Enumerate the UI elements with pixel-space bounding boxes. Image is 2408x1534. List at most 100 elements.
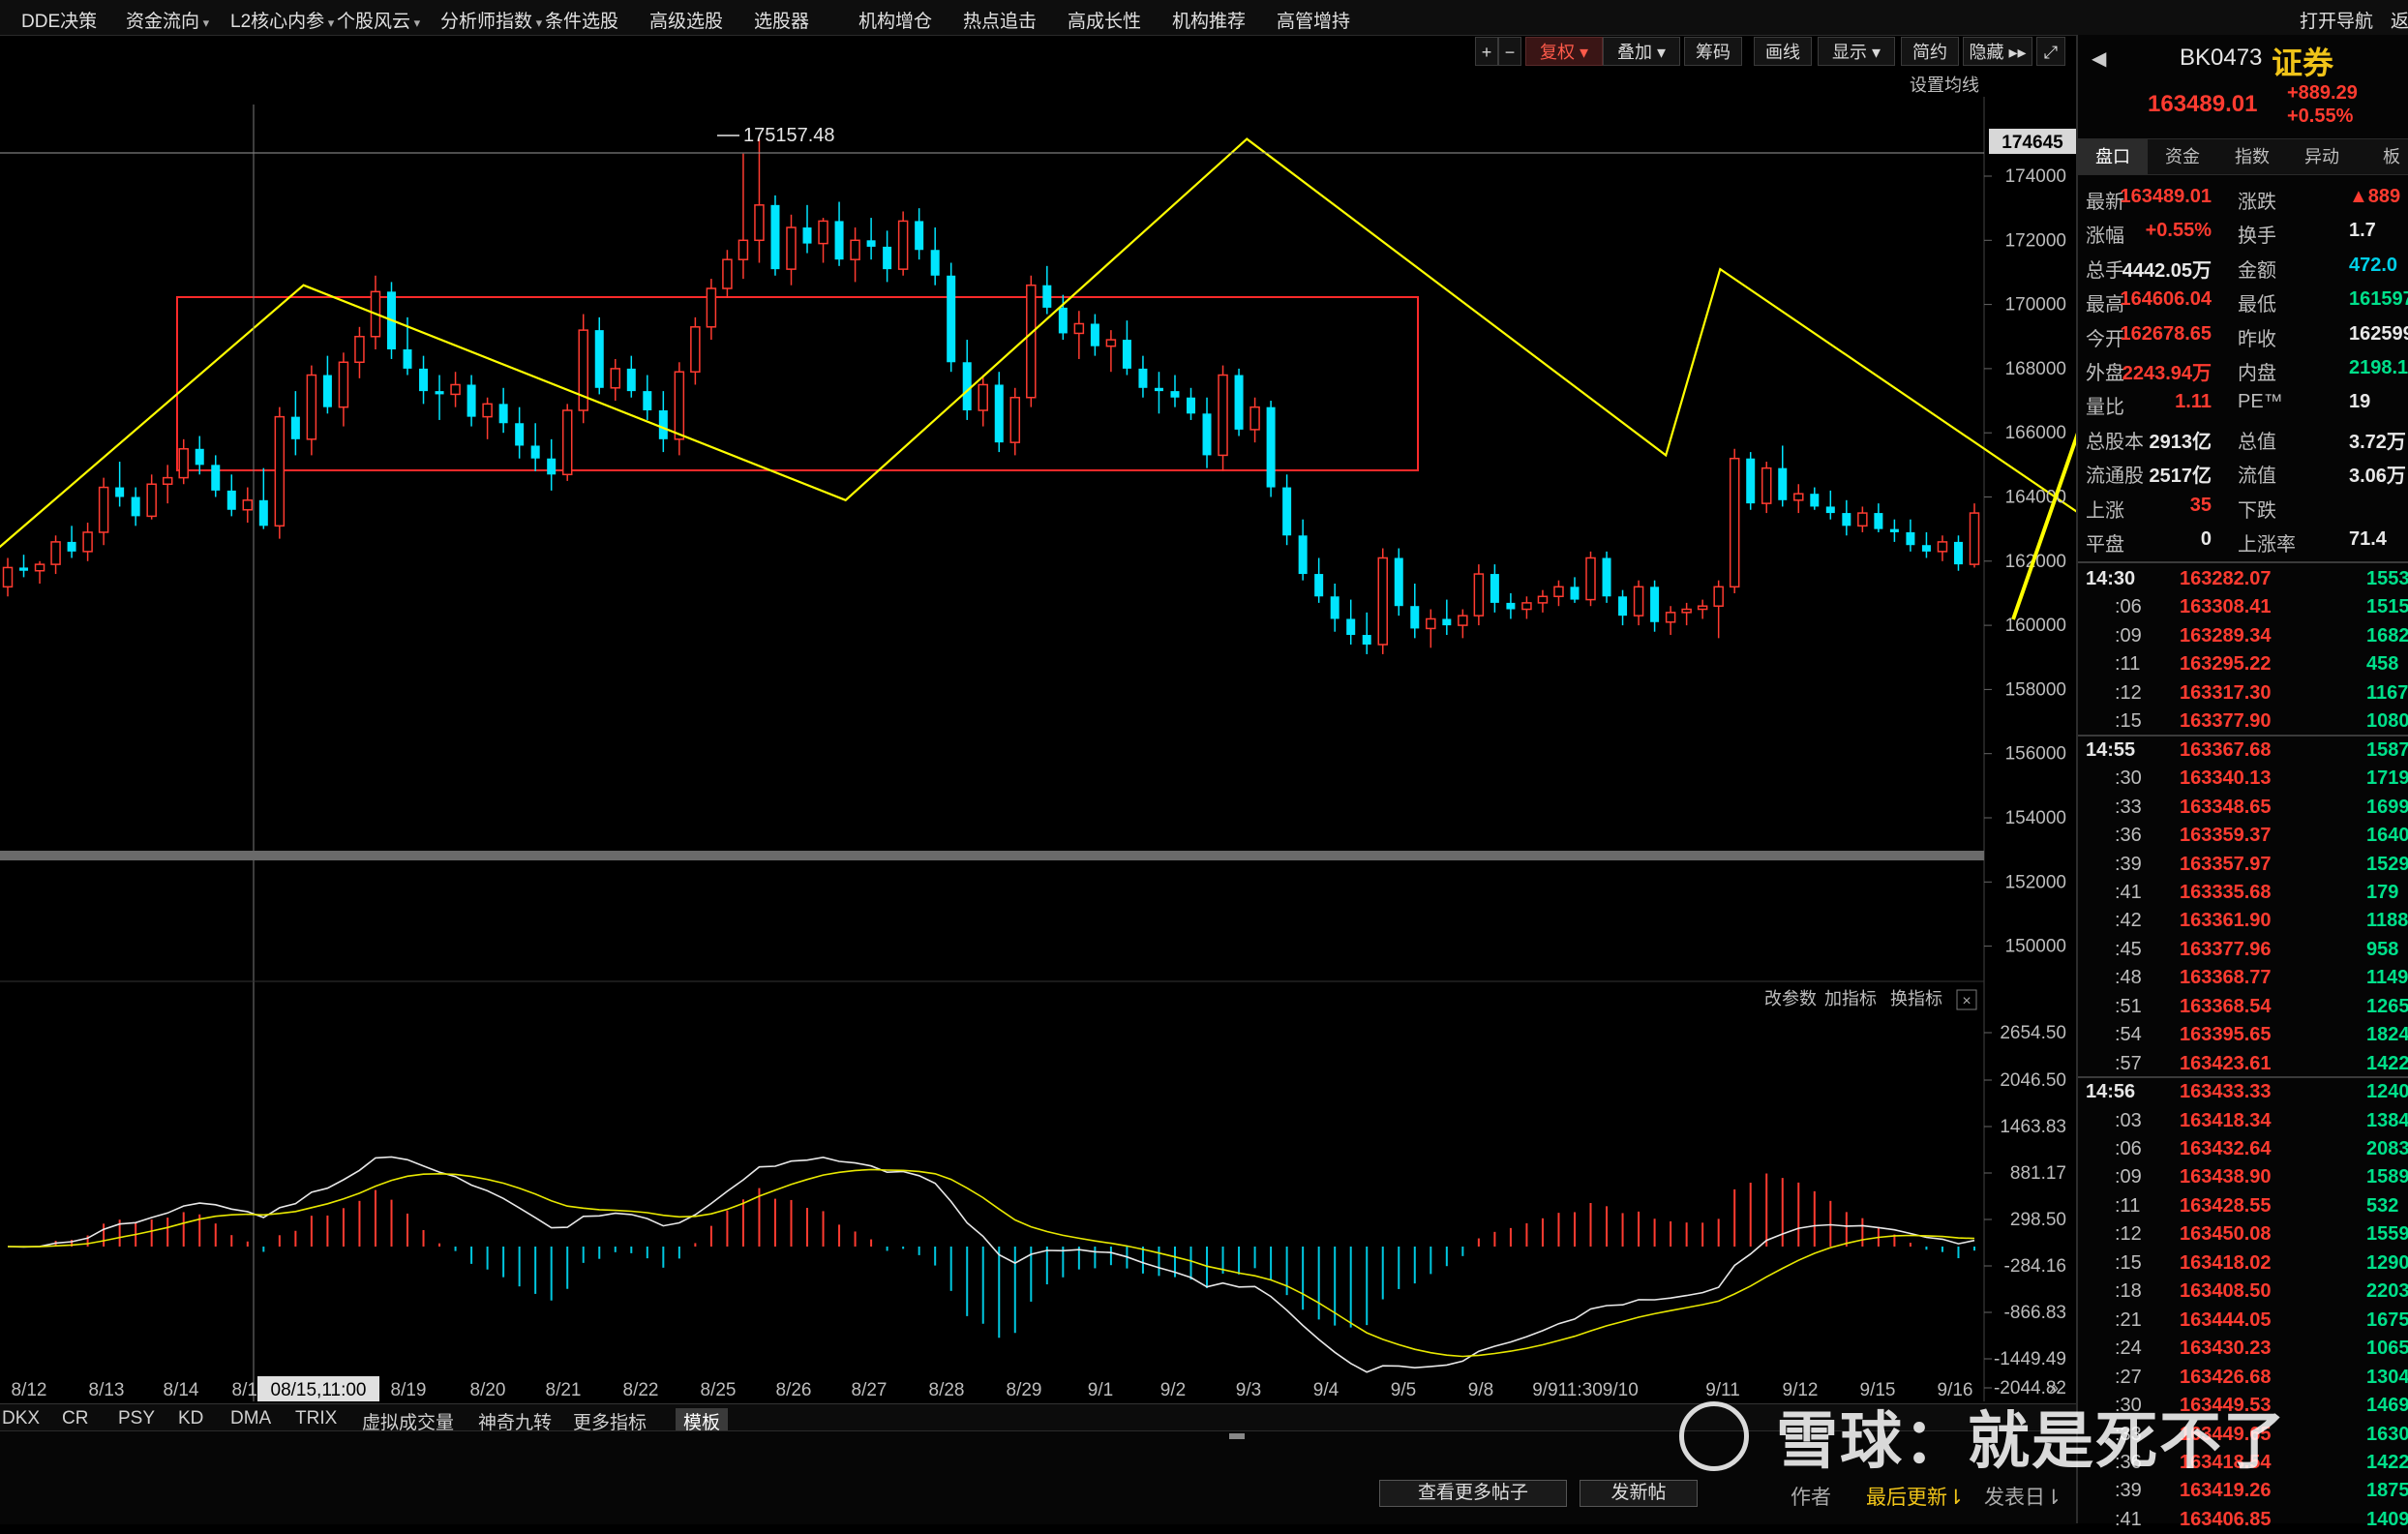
menu-item-4[interactable]: 分析师指数 — [440, 7, 542, 33]
indicator-tab-1[interactable]: CR — [62, 1408, 88, 1429]
tick-volume: 1675 — [2366, 1308, 2408, 1331]
sector-name: 证券 — [2272, 45, 2334, 80]
indicator-tab-3[interactable]: KD — [178, 1408, 203, 1429]
tick-time: :18 — [2115, 1280, 2142, 1303]
tick-row: :03 163418.34 1384 — [2078, 1107, 2408, 1135]
tab-board[interactable]: 板 — [2357, 139, 2408, 174]
chips-button[interactable]: 筹码 — [1684, 37, 1742, 66]
collapse-panel-icon[interactable]: ◀ — [2092, 46, 2106, 71]
tab-pankou[interactable]: 盘口 — [2078, 139, 2148, 174]
quote-value: 1.7 — [2349, 220, 2376, 242]
candle — [994, 384, 1004, 443]
kline-chart-svg[interactable]: 1740001720001700001680001660001640001620… — [0, 68, 2408, 1403]
candle — [1490, 574, 1499, 603]
menu-item-2[interactable]: L2核心内参 — [230, 7, 334, 33]
tick-time: :57 — [2115, 1052, 2142, 1074]
menu-item-12[interactable]: 高管增持 — [1277, 7, 1350, 33]
tick-row: :24 163430.23 1065 — [2078, 1335, 2408, 1363]
tick-volume: 958 — [2366, 938, 2399, 960]
quote-label: 最新 — [2086, 192, 2124, 213]
zoom-out-button[interactable]: − — [1498, 37, 1521, 66]
last-update-column[interactable]: 最后更新⇂ — [1866, 1482, 1965, 1511]
zoom-in-button[interactable]: + — [1475, 37, 1498, 66]
tick-row: :06 163432.64 2083 — [2078, 1135, 2408, 1163]
ma-setting-link[interactable]: 设置均线 — [1910, 75, 1979, 95]
menu-item-6[interactable]: 高级选股 — [649, 7, 723, 33]
tab-movement[interactable]: 异动 — [2287, 139, 2357, 174]
tick-row: 14:56 163433.33 1240 — [2078, 1078, 2408, 1106]
menu-item-1[interactable]: 资金流向 — [126, 7, 209, 33]
back-link[interactable]: 返 — [2391, 7, 2408, 33]
indicator-tab-5[interactable]: TRIX — [295, 1408, 337, 1429]
menu-item-8[interactable]: 机构增仓 — [858, 7, 932, 33]
simple-button[interactable]: 简约 — [1901, 37, 1959, 66]
more-posts-button[interactable]: 查看更多帖子 — [1379, 1480, 1567, 1507]
date-tick: 8/20 — [470, 1380, 506, 1400]
quote-row: 最新 163489.01 涨跌 ▲889 — [2078, 180, 2408, 215]
menu-item-0[interactable]: DDE决策 — [21, 7, 97, 33]
quote-row: 平盘 0 上涨率 71.4 — [2078, 523, 2408, 557]
tick-time: :27 — [2115, 1366, 2142, 1388]
candle — [50, 541, 61, 565]
indicator-tab-0[interactable]: DKX — [2, 1408, 40, 1429]
add-indicator-button[interactable]: 加指标 — [1824, 989, 1877, 1008]
overlay-dropdown[interactable]: 叠加 ▾ — [1603, 37, 1680, 66]
fuquan-dropdown[interactable]: 复权 ▾ — [1525, 37, 1603, 66]
tick-time: :06 — [2115, 1138, 2142, 1159]
chart-area[interactable]: 174000 172000 170000 168000 166000 164000 1620… — [0, 68, 2408, 1403]
price-tick: 174000 — [2005, 166, 2066, 187]
splitter-handle[interactable] — [1229, 1433, 1245, 1439]
date-tick: 9/3 — [1236, 1380, 1261, 1400]
candle — [82, 531, 93, 553]
tick-price: 163438.90 — [2180, 1166, 2272, 1188]
menu-item-5[interactable]: 条件选股 — [545, 7, 618, 33]
menu-item-7[interactable]: 选股器 — [754, 7, 809, 33]
candle — [643, 391, 652, 410]
draw-line-button[interactable]: 画线 — [1754, 37, 1812, 66]
candle — [962, 362, 972, 410]
change-indicator-button[interactable]: 换指标 — [1890, 989, 1942, 1008]
menu-item-10[interactable]: 高成长性 — [1068, 7, 1141, 33]
fullscreen-icon[interactable]: ⤢ — [2036, 37, 2065, 66]
candle — [1394, 557, 1403, 607]
tick-volume: 1640 — [2366, 825, 2408, 847]
tab-index[interactable]: 指数 — [2217, 139, 2287, 174]
candle — [1377, 556, 1388, 646]
tick-price: 163406.85 — [2180, 1508, 2272, 1530]
quote-value: 35 — [2189, 494, 2212, 516]
candle — [1282, 487, 1292, 536]
candle — [1442, 618, 1452, 626]
tick-row: :41 163406.85 1409 — [2078, 1506, 2408, 1534]
quote-label: 上涨 — [2086, 499, 2124, 522]
open-nav-link[interactable]: 打开导航 — [2300, 7, 2373, 33]
date-tick: 8/12 — [12, 1380, 47, 1400]
menu-item-3[interactable]: 个股风云 — [337, 7, 420, 33]
macd-tick: 1463.83 — [2000, 1117, 2066, 1137]
pane-divider[interactable] — [0, 851, 1984, 860]
tick-row: :39 163357.97 1529 — [2078, 851, 2408, 879]
new-post-button[interactable]: 发新帖 — [1580, 1480, 1698, 1507]
author-column[interactable]: 作者 — [1791, 1482, 1831, 1511]
quote-label: 流通股 — [2086, 466, 2144, 488]
candle — [1729, 457, 1740, 588]
quote-value: 1.11 — [2175, 391, 2212, 413]
tick-volume: 1149 — [2366, 967, 2408, 989]
post-date-column[interactable]: 发表日⇂ — [1984, 1482, 2062, 1511]
display-dropdown[interactable]: 显示 ▾ — [1818, 37, 1895, 66]
hide-button[interactable]: 隐藏 ▸▸ — [1963, 37, 2032, 66]
candle — [1874, 513, 1883, 529]
date-tick: 8/29 — [1007, 1380, 1042, 1400]
tab-funds[interactable]: 资金 — [2148, 139, 2217, 174]
quote-label: 总值 — [2238, 431, 2276, 453]
date-tick: 8/21 — [546, 1380, 582, 1400]
indicator-tab-2[interactable]: PSY — [118, 1408, 155, 1429]
menu-item-9[interactable]: 热点追击 — [963, 7, 1037, 33]
candle — [834, 221, 844, 260]
edit-params-button[interactable]: 改参数 — [1764, 989, 1817, 1008]
candle — [1570, 587, 1580, 600]
quote-label: 流值 — [2238, 466, 2276, 488]
candle — [737, 239, 749, 260]
tick-price: 163419.26 — [2180, 1480, 2272, 1502]
menu-item-11[interactable]: 机构推荐 — [1172, 7, 1246, 33]
indicator-tab-4[interactable]: DMA — [230, 1408, 271, 1429]
